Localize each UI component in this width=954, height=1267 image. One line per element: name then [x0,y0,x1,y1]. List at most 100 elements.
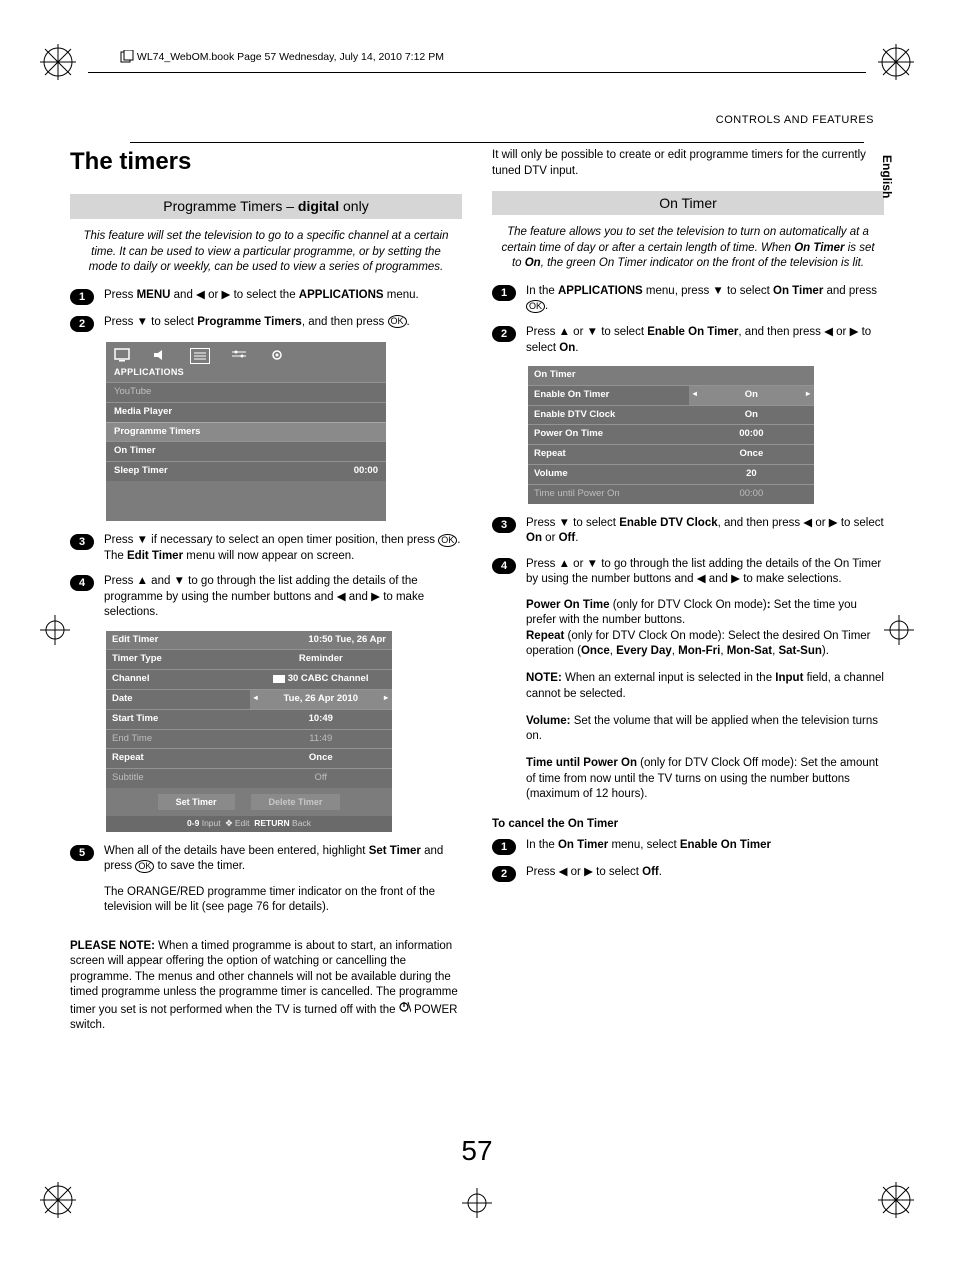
menu-title: APPLICATIONS [106,366,386,382]
step-1: 1 Press MENU and ◀ or ▶ to select the AP… [70,288,462,305]
menu-tab-icons [106,342,386,366]
step-2: 2 Press ▼ to select Programme Timers, an… [70,315,462,332]
right-arrow-icon: ▸ [806,389,810,400]
down-arrow-icon: ▼ [587,557,598,573]
power-icon [399,1001,411,1019]
step-4: 4 Press ▲ and ▼ to go through the list a… [70,574,462,621]
down-arrow-icon: ▼ [587,325,598,341]
menu-row: YouTube [106,382,386,402]
ot-step-2: 2 Press ▲ or ▼ to select Enable On Timer… [492,325,884,356]
step-badge: 3 [492,517,516,533]
column-left: The timers Programme Timers – digital on… [70,146,462,1045]
step-body: Press ▲ or ▼ to go through the list addi… [526,557,884,803]
section-bar-on-timer: On Timer [492,191,884,216]
step-badge: 2 [70,316,94,332]
book-icon [120,50,134,64]
content-columns: The timers Programme Timers – digital on… [70,146,884,1045]
left-arrow-icon: ◀ [337,590,346,606]
menu-row: On Timer [106,441,386,461]
sliders-icon [230,348,248,362]
page-number: 57 [0,1135,954,1167]
step-body: Press ▼ if necessary to select an open t… [104,533,462,564]
ok-icon: OK [438,534,457,547]
rule-top [88,72,866,73]
cancel-heading: To cancel the On Timer [492,817,884,833]
cancel-step-2: 2 Press ◀ or ▶ to select Off. [492,865,884,882]
down-arrow-icon: ▼ [137,533,148,549]
menu-row: Sleep Timer00:00 [106,461,386,481]
step-body: In the On Timer menu, select Enable On T… [526,838,884,855]
ot-step-3: 3 Press ▼ to select Enable DTV Clock, an… [492,516,884,547]
applications-menu: APPLICATIONS YouTube Media Player Progra… [106,342,386,521]
edit-timer-menu: Edit Timer10:50 Tue, 26 Apr Timer TypeRe… [106,631,392,832]
menu-row: Programme Timers [106,422,386,442]
left-arrow-icon: ◂ [693,389,697,400]
up-arrow-icon: ▲ [137,574,148,590]
channel-logo-icon [273,675,285,683]
up-arrow-icon: ▲ [559,325,570,341]
on-timer-menu: On Timer Enable On Timer◂On▸ Enable DTV … [528,366,814,504]
ok-icon: OK [135,860,154,873]
programme-timers-intro: This feature will set the television to … [78,229,454,276]
up-arrow-icon: ▲ [559,557,570,573]
please-note: PLEASE NOTE: When a timed programme is a… [70,939,462,1034]
ok-icon: OK [388,315,407,328]
right-arrow-icon: ▶ [829,516,838,532]
down-arrow-icon: ▼ [559,516,570,532]
rule-header [130,142,864,143]
right-arrow-icon: ▶ [371,590,380,606]
step-body: Press ▼ to select Enable DTV Clock, and … [526,516,884,547]
registration-cross-icon [884,615,914,650]
step-badge: 5 [70,845,94,861]
delete-timer-button: Delete Timer [251,794,341,810]
ok-icon: OK [526,300,545,313]
registration-mark-icon [40,44,76,85]
right-arrow-icon: ▶ [584,865,593,881]
step-5: 5 When all of the details have been ente… [70,844,462,928]
step-badge: 4 [492,558,516,574]
step-body: Press ▲ and ▼ to go through the list add… [104,574,462,621]
step-badge: 1 [492,285,516,301]
step-badge: 1 [70,289,94,305]
right-arrow-icon: ▸ [384,693,388,704]
dpad-icon: ✥ [225,818,232,828]
left-arrow-icon: ◀ [803,516,812,532]
left-arrow-icon: ◀ [697,572,706,588]
step-badge: 1 [492,839,516,855]
language-tab: English [880,155,894,198]
set-timer-button: Set Timer [158,794,235,810]
left-arrow-icon: ◀ [824,325,833,341]
step-badge: 4 [70,575,94,591]
column-right: It will only be possible to create or ed… [492,146,884,1045]
step-body: When all of the details have been entere… [104,844,462,928]
step-body: In the APPLICATIONS menu, press ▼ to sel… [526,284,884,315]
down-arrow-icon: ▼ [174,574,185,590]
registration-mark-icon [878,44,914,85]
running-head: CONTROLS AND FEATURES [70,114,884,126]
step-3: 3 Press ▼ if necessary to select an open… [70,533,462,564]
step-body: Press ▼ to select Programme Timers, and … [104,315,462,332]
speaker-icon [152,348,170,362]
step-badge: 2 [492,866,516,882]
menu-row: Media Player [106,402,386,422]
page-title: The timers [70,146,462,178]
cancel-step-1: 1 In the On Timer menu, select Enable On… [492,838,884,855]
step-body: Press ◀ or ▶ to select Off. [526,865,884,882]
section-bar-programme-timers: Programme Timers – digital only [70,194,462,219]
page: WL74_WebOM.book Page 57 Wednesday, July … [0,0,954,1267]
registration-cross-icon [40,615,70,650]
tv-icon [114,348,132,362]
down-arrow-icon: ▼ [712,284,723,300]
right-arrow-icon: ▶ [731,572,740,588]
step-badge: 3 [70,534,94,550]
left-arrow-icon: ◂ [254,693,258,704]
left-arrow-icon: ◀ [196,288,205,304]
registration-mark-icon [878,1182,914,1223]
ot-step-4: 4 Press ▲ or ▼ to go through the list ad… [492,557,884,803]
book-header: WL74_WebOM.book Page 57 Wednesday, July … [120,50,884,64]
on-timer-intro: The feature allows you to set the televi… [500,225,876,272]
step-body: Press MENU and ◀ or ▶ to select the APPL… [104,288,462,305]
down-arrow-icon: ▼ [137,315,148,331]
menu-legend: 0-9 Input ✥ Edit RETURN Back [106,816,392,831]
gear-icon [268,348,286,362]
